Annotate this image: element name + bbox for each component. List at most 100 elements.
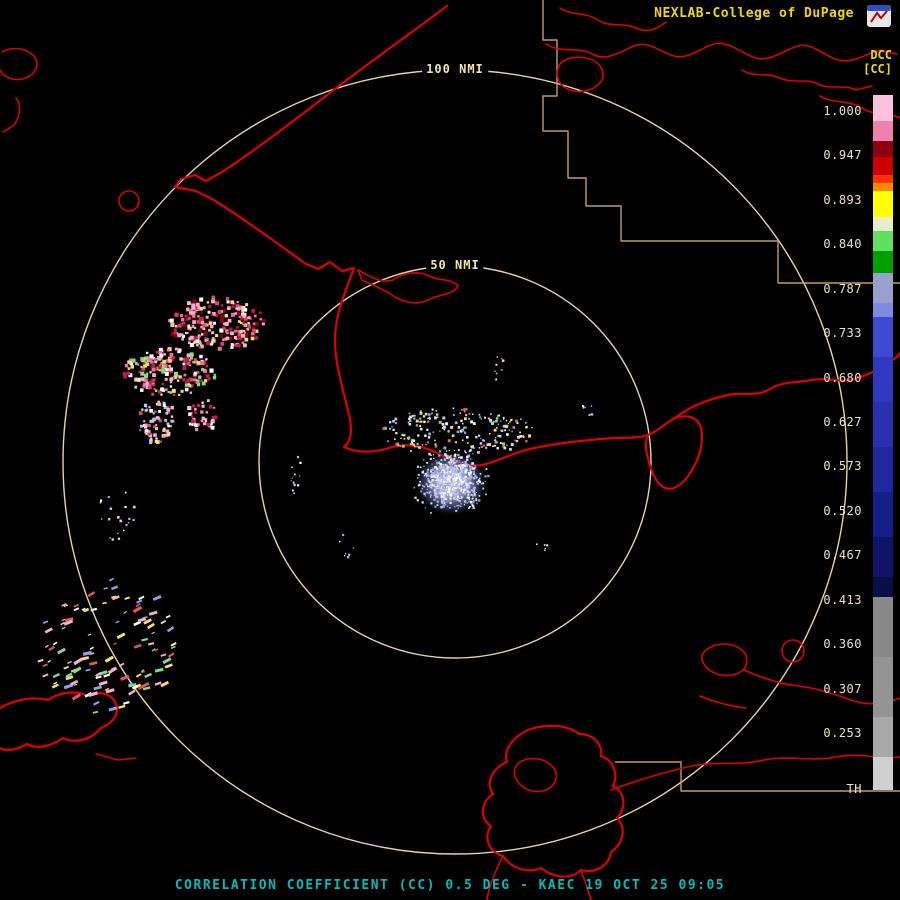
echo-pixel bbox=[444, 488, 448, 492]
echo-pixel bbox=[435, 496, 438, 499]
echo-pixel bbox=[485, 468, 488, 470]
echo-pixel bbox=[468, 450, 471, 452]
echo-pixel bbox=[215, 301, 220, 306]
echo-pixel bbox=[169, 385, 173, 388]
echo-pixel bbox=[230, 331, 234, 336]
echo-pixel bbox=[394, 438, 396, 441]
echo-pixel bbox=[140, 388, 144, 392]
echo-pixel bbox=[173, 333, 178, 338]
echo-pixel bbox=[448, 466, 451, 468]
echo-pixel bbox=[436, 413, 439, 416]
echo-pixel bbox=[440, 498, 443, 500]
echo-pixel bbox=[436, 504, 439, 506]
echo-pixel bbox=[63, 665, 69, 670]
echo-pixel bbox=[147, 423, 151, 428]
echo-pixel bbox=[147, 622, 155, 630]
echo-pixel bbox=[164, 663, 173, 669]
echo-pixel bbox=[128, 689, 136, 696]
echo-pixel bbox=[188, 422, 192, 426]
echo-pixel bbox=[109, 537, 111, 539]
echo-pixel bbox=[440, 474, 444, 478]
echo-pixel bbox=[201, 368, 205, 372]
echo-pixel bbox=[462, 422, 464, 425]
echo-pixel bbox=[476, 502, 478, 505]
echo-pixel bbox=[486, 443, 490, 446]
echo-pixel bbox=[453, 449, 456, 452]
echo-pixel bbox=[201, 333, 204, 336]
echo-pixel bbox=[452, 486, 455, 489]
colorbar-th-label: TH bbox=[846, 782, 862, 796]
echo-pixel bbox=[220, 342, 225, 346]
echo-pixel bbox=[460, 467, 462, 469]
echo-pixel bbox=[461, 465, 463, 467]
echo-pixel bbox=[461, 439, 464, 442]
echo-pixel bbox=[457, 449, 460, 452]
echo-pixel bbox=[192, 378, 196, 382]
echo-pixel bbox=[236, 301, 239, 304]
echo-pixel bbox=[212, 376, 217, 380]
echo-pixel bbox=[445, 496, 448, 499]
echo-pixel bbox=[508, 429, 510, 431]
echo-pixel bbox=[104, 655, 114, 663]
echo-pixel bbox=[160, 387, 164, 392]
echo-pixel bbox=[447, 475, 451, 478]
colorbar-segment-16 bbox=[873, 492, 893, 537]
echo-pixel bbox=[472, 422, 476, 425]
echo-pixel bbox=[139, 377, 143, 381]
colorbar-segment-5 bbox=[873, 183, 893, 191]
echo-pixel bbox=[496, 447, 499, 450]
echo-pixel bbox=[452, 407, 455, 409]
echo-pixel bbox=[170, 324, 174, 327]
echo-pixel bbox=[220, 314, 225, 319]
echo-pixel bbox=[208, 404, 213, 409]
colorbar-tick: 0.467 bbox=[823, 548, 862, 563]
echo-pixel bbox=[100, 499, 103, 502]
echo-pixel bbox=[415, 419, 419, 423]
echo-pixel bbox=[491, 422, 494, 425]
echo-pixel bbox=[391, 425, 393, 428]
echo-pixel bbox=[427, 477, 430, 480]
colorbar-tick: 0.413 bbox=[823, 592, 862, 607]
echo-pixel bbox=[205, 315, 209, 319]
echo-pixel bbox=[443, 489, 445, 492]
echo-pixel bbox=[352, 547, 355, 549]
echo-pixel bbox=[458, 454, 460, 456]
echo-pixel bbox=[450, 478, 453, 481]
echo-pixel bbox=[205, 358, 208, 361]
echo-pixel bbox=[441, 423, 445, 426]
echo-pixel bbox=[502, 442, 505, 446]
echo-pixel bbox=[463, 480, 466, 482]
echo-pixel bbox=[445, 422, 449, 426]
echo-pixel bbox=[198, 340, 201, 343]
echo-pixel bbox=[463, 431, 467, 434]
echo-pixel bbox=[162, 403, 166, 407]
echo-pixel bbox=[166, 626, 175, 633]
echo-pixel bbox=[148, 610, 158, 616]
echo-pixel bbox=[419, 427, 423, 431]
echo-pixel bbox=[456, 485, 460, 489]
echo-pixel bbox=[512, 426, 516, 429]
echo-pixel bbox=[210, 340, 213, 343]
echo-pixel bbox=[208, 305, 212, 308]
echo-pixel bbox=[444, 465, 446, 468]
echo-pixel bbox=[503, 418, 505, 420]
echo-pixel bbox=[183, 373, 187, 377]
echo-pixel bbox=[297, 484, 300, 487]
echo-pixel bbox=[503, 446, 507, 450]
echo-pixel bbox=[428, 474, 431, 477]
echo-pixel bbox=[206, 341, 210, 346]
echo-pixel bbox=[294, 473, 296, 476]
echo-pixel bbox=[198, 329, 202, 333]
echo-pixel bbox=[189, 335, 194, 340]
echo-pixel bbox=[244, 337, 249, 342]
echo-pixel bbox=[440, 505, 443, 509]
echo-pixel bbox=[122, 372, 127, 376]
echo-pixel bbox=[149, 371, 152, 374]
echo-pixel bbox=[475, 467, 477, 469]
echo-pixel bbox=[423, 420, 426, 424]
echo-pixel bbox=[189, 391, 193, 394]
echo-pixel bbox=[235, 307, 238, 310]
echo-pixel bbox=[502, 359, 505, 362]
echo-pixel bbox=[476, 492, 478, 493]
echo-pixel bbox=[461, 481, 464, 484]
